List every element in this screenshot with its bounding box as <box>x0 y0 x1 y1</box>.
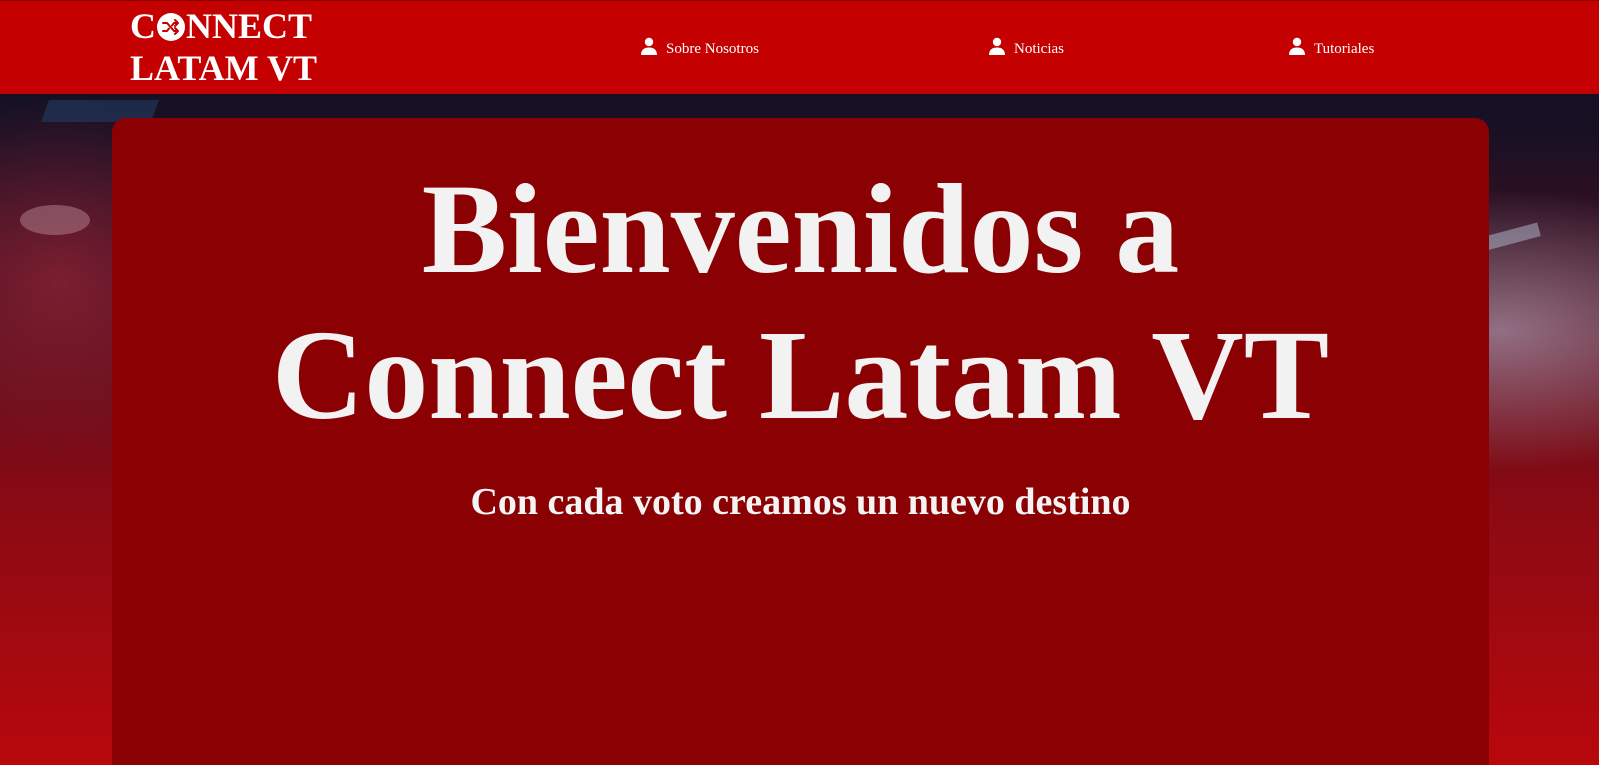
logo-letter-c: C <box>130 6 156 46</box>
nav-item-noticias[interactable]: Noticias <box>988 37 1064 59</box>
nav-item-tutoriales[interactable]: Tutoriales <box>1288 37 1374 59</box>
nav-item-label: Sobre Nosotros <box>666 41 759 57</box>
hero-title-line-2: Connect Latam VT <box>271 304 1330 446</box>
nav-item-label: Tutoriales <box>1314 41 1375 57</box>
logo-line-2: LATAM VT <box>130 48 318 88</box>
user-icon <box>640 37 658 55</box>
nav-item-label: Noticias <box>1014 41 1064 57</box>
site-logo[interactable]: C NNECT LATAM VT <box>130 5 317 89</box>
hero-card: Bienvenidos a Connect Latam VT Con cada … <box>112 118 1489 765</box>
user-icon <box>988 37 1006 55</box>
nav-item-sobre-nosotros[interactable]: Sobre Nosotros <box>640 37 759 59</box>
logo-line-1: C NNECT <box>130 5 317 47</box>
site-header: C NNECT LATAM VT Sobre Nosotros Noticias … <box>0 0 1599 94</box>
user-icon <box>1288 37 1306 55</box>
shuffle-arrows-icon <box>157 13 185 41</box>
hero-title-line-1: Bienvenidos a <box>421 158 1180 300</box>
hero-subtitle: Con cada voto creamos un nuevo destino <box>470 481 1131 523</box>
background-detail <box>20 205 90 235</box>
logo-letters-nnect: NNECT <box>186 6 313 46</box>
hero-title: Bienvenidos a Connect Latam VT <box>112 156 1489 448</box>
